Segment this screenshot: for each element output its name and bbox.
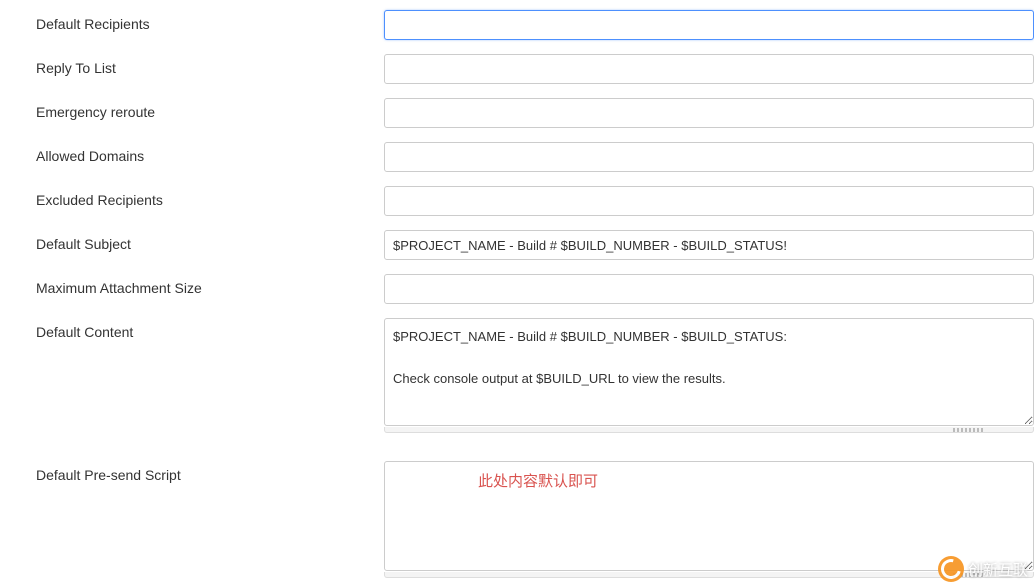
textarea-default-content[interactable] bbox=[384, 318, 1034, 426]
label-max-attachment-size: Maximum Attachment Size bbox=[36, 274, 384, 296]
row-default-content: Default Content bbox=[0, 318, 1034, 433]
branding-logo: 创新互联 bbox=[938, 556, 1028, 582]
row-excluded-recipients: Excluded Recipients bbox=[0, 186, 1034, 216]
label-default-presend-script: Default Pre-send Script bbox=[36, 461, 384, 483]
input-emergency-reroute[interactable] bbox=[384, 98, 1034, 128]
brand-text: 创新互联 bbox=[968, 559, 1028, 580]
label-default-subject: Default Subject bbox=[36, 230, 384, 252]
label-allowed-domains: Allowed Domains bbox=[36, 142, 384, 164]
row-reply-to-list: Reply To List bbox=[0, 54, 1034, 84]
textarea-default-presend-script[interactable] bbox=[384, 461, 1034, 571]
input-reply-to-list[interactable] bbox=[384, 54, 1034, 84]
row-max-attachment-size: Maximum Attachment Size bbox=[0, 274, 1034, 304]
label-emergency-reroute: Emergency reroute bbox=[36, 98, 384, 120]
brand-icon bbox=[938, 556, 964, 582]
input-default-subject[interactable] bbox=[384, 230, 1034, 260]
row-allowed-domains: Allowed Domains bbox=[0, 142, 1034, 172]
email-notification-form: Default Recipients Reply To List Emergen… bbox=[0, 0, 1034, 578]
row-default-recipients: Default Recipients bbox=[0, 10, 1034, 40]
label-default-recipients: Default Recipients bbox=[36, 10, 384, 32]
row-default-subject: Default Subject bbox=[0, 230, 1034, 260]
label-excluded-recipients: Excluded Recipients bbox=[36, 186, 384, 208]
resize-handle[interactable] bbox=[384, 427, 1034, 433]
input-excluded-recipients[interactable] bbox=[384, 186, 1034, 216]
label-default-content: Default Content bbox=[36, 318, 384, 340]
input-default-recipients[interactable] bbox=[384, 10, 1034, 40]
input-allowed-domains[interactable] bbox=[384, 142, 1034, 172]
input-max-attachment-size[interactable] bbox=[384, 274, 1034, 304]
resize-handle[interactable] bbox=[384, 572, 1034, 578]
label-reply-to-list: Reply To List bbox=[36, 54, 384, 76]
row-default-presend-script: Default Pre-send Script bbox=[0, 461, 1034, 578]
row-emergency-reroute: Emergency reroute bbox=[0, 98, 1034, 128]
